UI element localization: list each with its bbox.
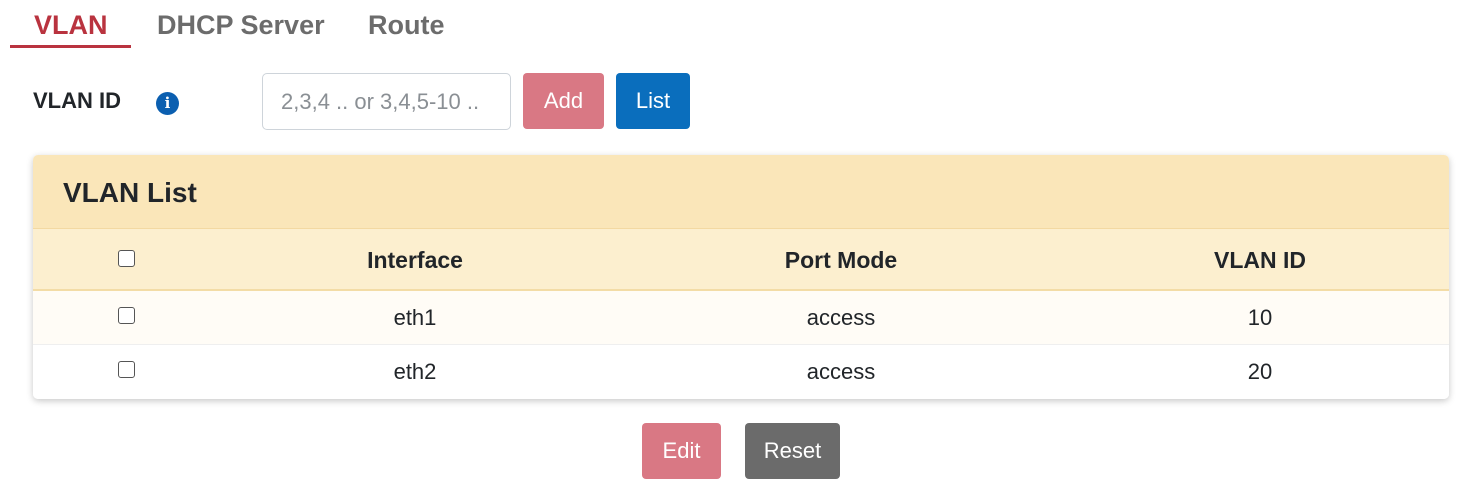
column-header-interface: Interface xyxy=(367,246,463,273)
list-button[interactable]: List xyxy=(616,73,690,129)
vlan-id-input[interactable] xyxy=(262,73,511,130)
active-tab-indicator xyxy=(10,45,131,48)
row-checkbox[interactable] xyxy=(117,361,135,378)
table-row: eth2 access 20 xyxy=(33,345,1449,399)
tab-bar: VLAN DHCP Server Route xyxy=(10,0,1450,50)
cell-port-mode: access xyxy=(806,304,876,330)
cell-interface: eth1 xyxy=(393,304,437,330)
row-select-cell xyxy=(33,345,219,399)
tab-dhcp-server[interactable]: DHCP Server xyxy=(157,10,325,41)
column-header-vlan-id: VLAN ID xyxy=(1214,246,1306,273)
tab-vlan[interactable]: VLAN xyxy=(34,10,108,41)
add-button[interactable]: Add xyxy=(523,73,604,129)
cell-port-mode: access xyxy=(806,359,876,384)
cell-vlan-id: 10 xyxy=(1247,304,1273,330)
row-select-cell xyxy=(33,291,219,344)
cell-vlan-id: 20 xyxy=(1247,359,1273,384)
vlan-list-card: VLAN List Interface Port Mode VLAN ID et… xyxy=(33,155,1449,399)
info-icon[interactable]: i xyxy=(156,92,179,115)
select-all-cell xyxy=(33,229,219,289)
card-header: VLAN List xyxy=(33,155,1449,229)
column-header-port-mode: Port Mode xyxy=(784,246,898,273)
cell-interface: eth2 xyxy=(393,359,437,384)
table-row: eth1 access 10 xyxy=(33,291,1449,345)
edit-button[interactable]: Edit xyxy=(642,423,721,479)
row-checkbox[interactable] xyxy=(117,307,135,324)
table-header: Interface Port Mode VLAN ID xyxy=(33,229,1449,291)
card-title: VLAN List xyxy=(63,177,197,208)
reset-button[interactable]: Reset xyxy=(745,423,840,479)
select-all-checkbox[interactable] xyxy=(117,250,135,267)
tab-route[interactable]: Route xyxy=(368,10,445,41)
vlan-id-label: VLAN ID xyxy=(33,88,121,113)
